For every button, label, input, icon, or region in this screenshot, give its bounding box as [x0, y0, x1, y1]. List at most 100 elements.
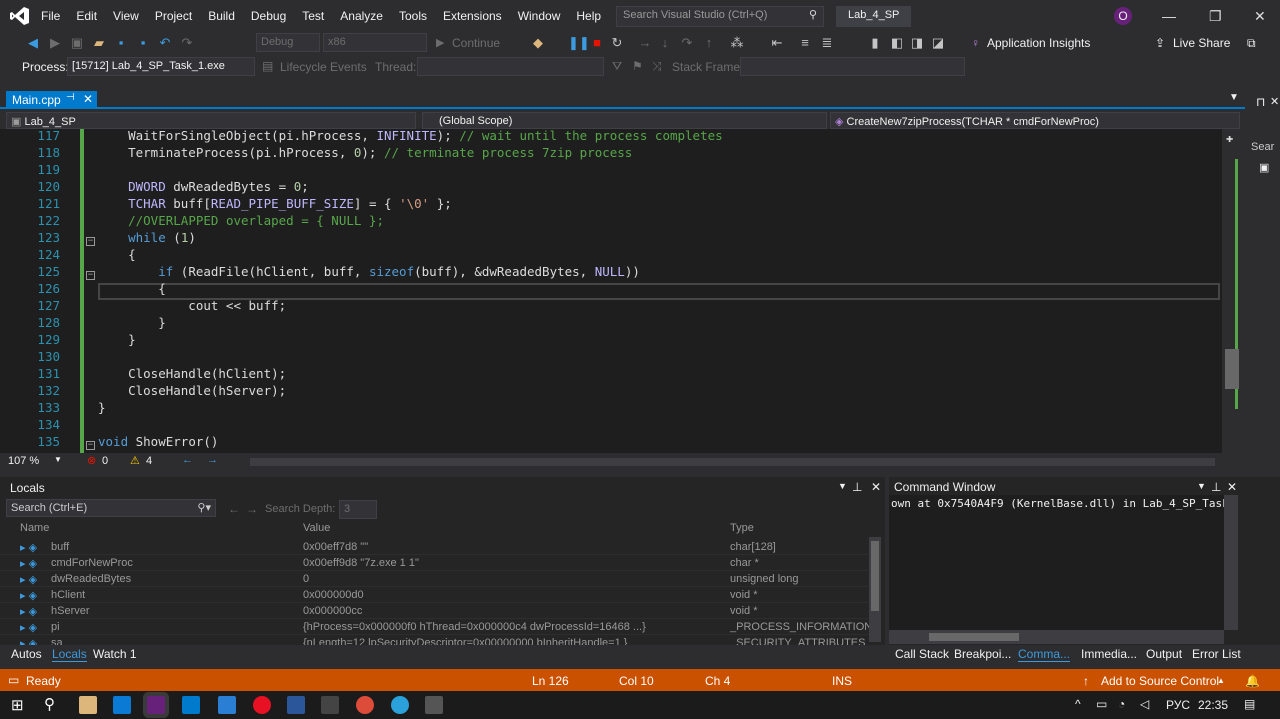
menu-analyze[interactable]: Analyze: [332, 0, 391, 32]
breakpoint-toolbar-icon[interactable]: ⇤: [769, 35, 785, 51]
feedback-icon[interactable]: ⧉: [1247, 36, 1256, 51]
code-editor[interactable]: − − − 117 WaitForSingleObject(pi.hProces…: [0, 129, 1242, 453]
code-line[interactable]: 128 }: [0, 315, 1220, 332]
code-line[interactable]: 131 CloseHandle(hClient);: [0, 366, 1220, 383]
side-close-icon[interactable]: ✕: [1270, 95, 1279, 108]
search-forward-icon[interactable]: →: [246, 502, 258, 516]
cmd-hscroll[interactable]: [889, 630, 1224, 644]
tab-locals[interactable]: Locals: [52, 647, 87, 662]
locals-dropdown-icon[interactable]: ▼: [838, 481, 847, 491]
code-line[interactable]: 135 void ShowError(): [0, 434, 1220, 451]
menu-test[interactable]: Test: [294, 0, 332, 32]
code-line[interactable]: 118 TerminateProcess(pi.hProcess, 0); //…: [0, 145, 1220, 162]
code-line[interactable]: 130: [0, 349, 1220, 366]
code-line[interactable]: 132 CloseHandle(hServer);: [0, 383, 1220, 400]
tray-expand-icon[interactable]: ^: [1075, 697, 1081, 711]
tab-breakpoints[interactable]: Breakpoi...: [954, 647, 1011, 661]
scope-select[interactable]: (Global Scope): [422, 112, 827, 129]
warning-count[interactable]: 4: [146, 455, 152, 467]
file-explorer-icon[interactable]: [79, 696, 97, 714]
side-pin-icon[interactable]: ⊓: [1256, 95, 1265, 109]
thread-flag-icon[interactable]: ⤨: [652, 59, 662, 74]
language-indicator[interactable]: РУС: [1166, 698, 1190, 712]
visual-studio-taskbar-icon[interactable]: [147, 696, 165, 714]
tab-autos[interactable]: Autos: [11, 647, 42, 661]
continue-button[interactable]: Continue: [452, 36, 500, 50]
live-share-button[interactable]: Live Share: [1173, 36, 1230, 50]
code-line[interactable]: 120 DWORD dwReadedBytes = 0;: [0, 179, 1220, 196]
command-output[interactable]: own at 0x7540A4F9 (KernelBase.dll) in La…: [889, 495, 1224, 630]
scroll-thumb[interactable]: [1225, 349, 1239, 389]
cmd-vscroll[interactable]: [1224, 495, 1238, 630]
opera-icon[interactable]: [253, 696, 271, 714]
notifications-icon[interactable]: 🔔: [1245, 674, 1260, 688]
console-icon[interactable]: [321, 696, 339, 714]
tab-dropdown-icon[interactable]: ▼: [1229, 92, 1239, 103]
solution-explorer-icon[interactable]: ▣: [1259, 161, 1269, 174]
locals-close-icon[interactable]: ✕: [871, 480, 881, 494]
code-line[interactable]: 126 {: [0, 281, 1220, 298]
new-project-icon[interactable]: ▣: [69, 35, 85, 51]
source-control-caret-icon[interactable]: ▲: [1217, 676, 1225, 685]
code-line[interactable]: 122 //OVERLAPPED overlaped = { NULL };: [0, 213, 1220, 230]
horizontal-scrollbar[interactable]: [250, 458, 1215, 466]
action-center-icon[interactable]: ▤: [1244, 697, 1255, 711]
step-over-icon[interactable]: ↷: [679, 35, 695, 51]
hex-display-icon[interactable]: ⁂: [729, 35, 745, 51]
bookmark-prev-icon[interactable]: ◧: [889, 35, 905, 51]
indent-icon[interactable]: ≣: [819, 35, 835, 51]
next-issue-icon[interactable]: →: [207, 454, 218, 466]
tab-command-window[interactable]: Comma...: [1018, 647, 1071, 662]
bookmark-next-icon[interactable]: ◨: [909, 35, 925, 51]
tab-main-cpp[interactable]: Main.cpp ⊣ ✕: [6, 91, 97, 109]
mail-icon[interactable]: [218, 696, 236, 714]
code-line[interactable]: 121 TCHAR buff[READ_PIPE_BUFF_SIZE] = { …: [0, 196, 1220, 213]
code-line[interactable]: 134: [0, 417, 1220, 434]
menu-edit[interactable]: Edit: [68, 0, 105, 32]
editor-vertical-scrollbar[interactable]: ✚: [1222, 129, 1242, 453]
tab-error-list[interactable]: Error List: [1192, 647, 1241, 661]
locals-row[interactable]: ▸ ◈ dwReadedBytes 0 unsigned long: [0, 571, 868, 587]
platform-select[interactable]: x86: [323, 33, 427, 52]
column-name[interactable]: Name: [20, 522, 49, 538]
search-input[interactable]: Search Visual Studio (Ctrl+Q) ⚲: [616, 6, 824, 27]
pause-icon[interactable]: ❚❚: [568, 35, 590, 51]
locals-row[interactable]: ▸ ◈ cmdForNewProc 0x00eff9d8 "7z.exe 1 1" c…: [0, 555, 868, 571]
wifi-icon[interactable]: ◔: [1118, 697, 1125, 711]
undo-icon[interactable]: ↶: [157, 35, 173, 51]
prev-issue-icon[interactable]: ←: [182, 454, 193, 466]
telegram-icon[interactable]: [391, 696, 409, 714]
code-line[interactable]: 125 if (ReadFile(hClient, buff, sizeof(b…: [0, 264, 1220, 281]
solution-explorer-search[interactable]: Sear: [1251, 141, 1274, 153]
error-count[interactable]: 0: [102, 455, 108, 467]
code-line[interactable]: 133}: [0, 400, 1220, 417]
live-share-icon[interactable]: ⇪: [1155, 36, 1165, 50]
split-icon[interactable]: ✚: [1226, 131, 1233, 145]
cmd-hscroll-thumb[interactable]: [929, 633, 1019, 641]
process-select[interactable]: [15712] Lab_4_SP_Task_1.exe: [67, 57, 255, 76]
menu-help[interactable]: Help: [568, 0, 609, 32]
bookmark-icon[interactable]: ▮: [867, 35, 883, 51]
windows-start-icon[interactable]: ⊞: [11, 696, 24, 714]
menu-tools[interactable]: Tools: [391, 0, 435, 32]
locals-row[interactable]: ▸ ◈ hServer 0x000000cc void *: [0, 603, 868, 619]
save-icon[interactable]: ▪: [113, 35, 129, 51]
continue-icon[interactable]: ▶: [436, 36, 444, 49]
lifecycle-icon[interactable]: ▤: [262, 59, 273, 73]
code-line[interactable]: 117 WaitForSingleObject(pi.hProcess, INF…: [0, 129, 1220, 145]
search-back-icon[interactable]: ←: [228, 502, 240, 516]
code-line[interactable]: 127 cout << buff;: [0, 298, 1220, 315]
tab-watch-1[interactable]: Watch 1: [93, 647, 137, 661]
code-line[interactable]: 123 while (1): [0, 230, 1220, 247]
pin-icon[interactable]: ⊣: [66, 92, 75, 103]
cmd-pin-icon[interactable]: ⊥: [1211, 480, 1221, 494]
locals-row[interactable]: ▸ ◈ pi {hProcess=0x000000f0 hThread=0x0000…: [0, 619, 872, 635]
menu-extensions[interactable]: Extensions: [435, 0, 510, 32]
process-icon[interactable]: ◆: [530, 35, 546, 51]
edge-icon[interactable]: [113, 696, 131, 714]
code-line[interactable]: 119: [0, 162, 1220, 179]
locals-scrollbar[interactable]: [869, 537, 881, 642]
flag-icon[interactable]: ⚑: [632, 59, 643, 73]
column-value[interactable]: Value: [303, 522, 330, 538]
restart-icon[interactable]: ↻: [609, 35, 625, 51]
